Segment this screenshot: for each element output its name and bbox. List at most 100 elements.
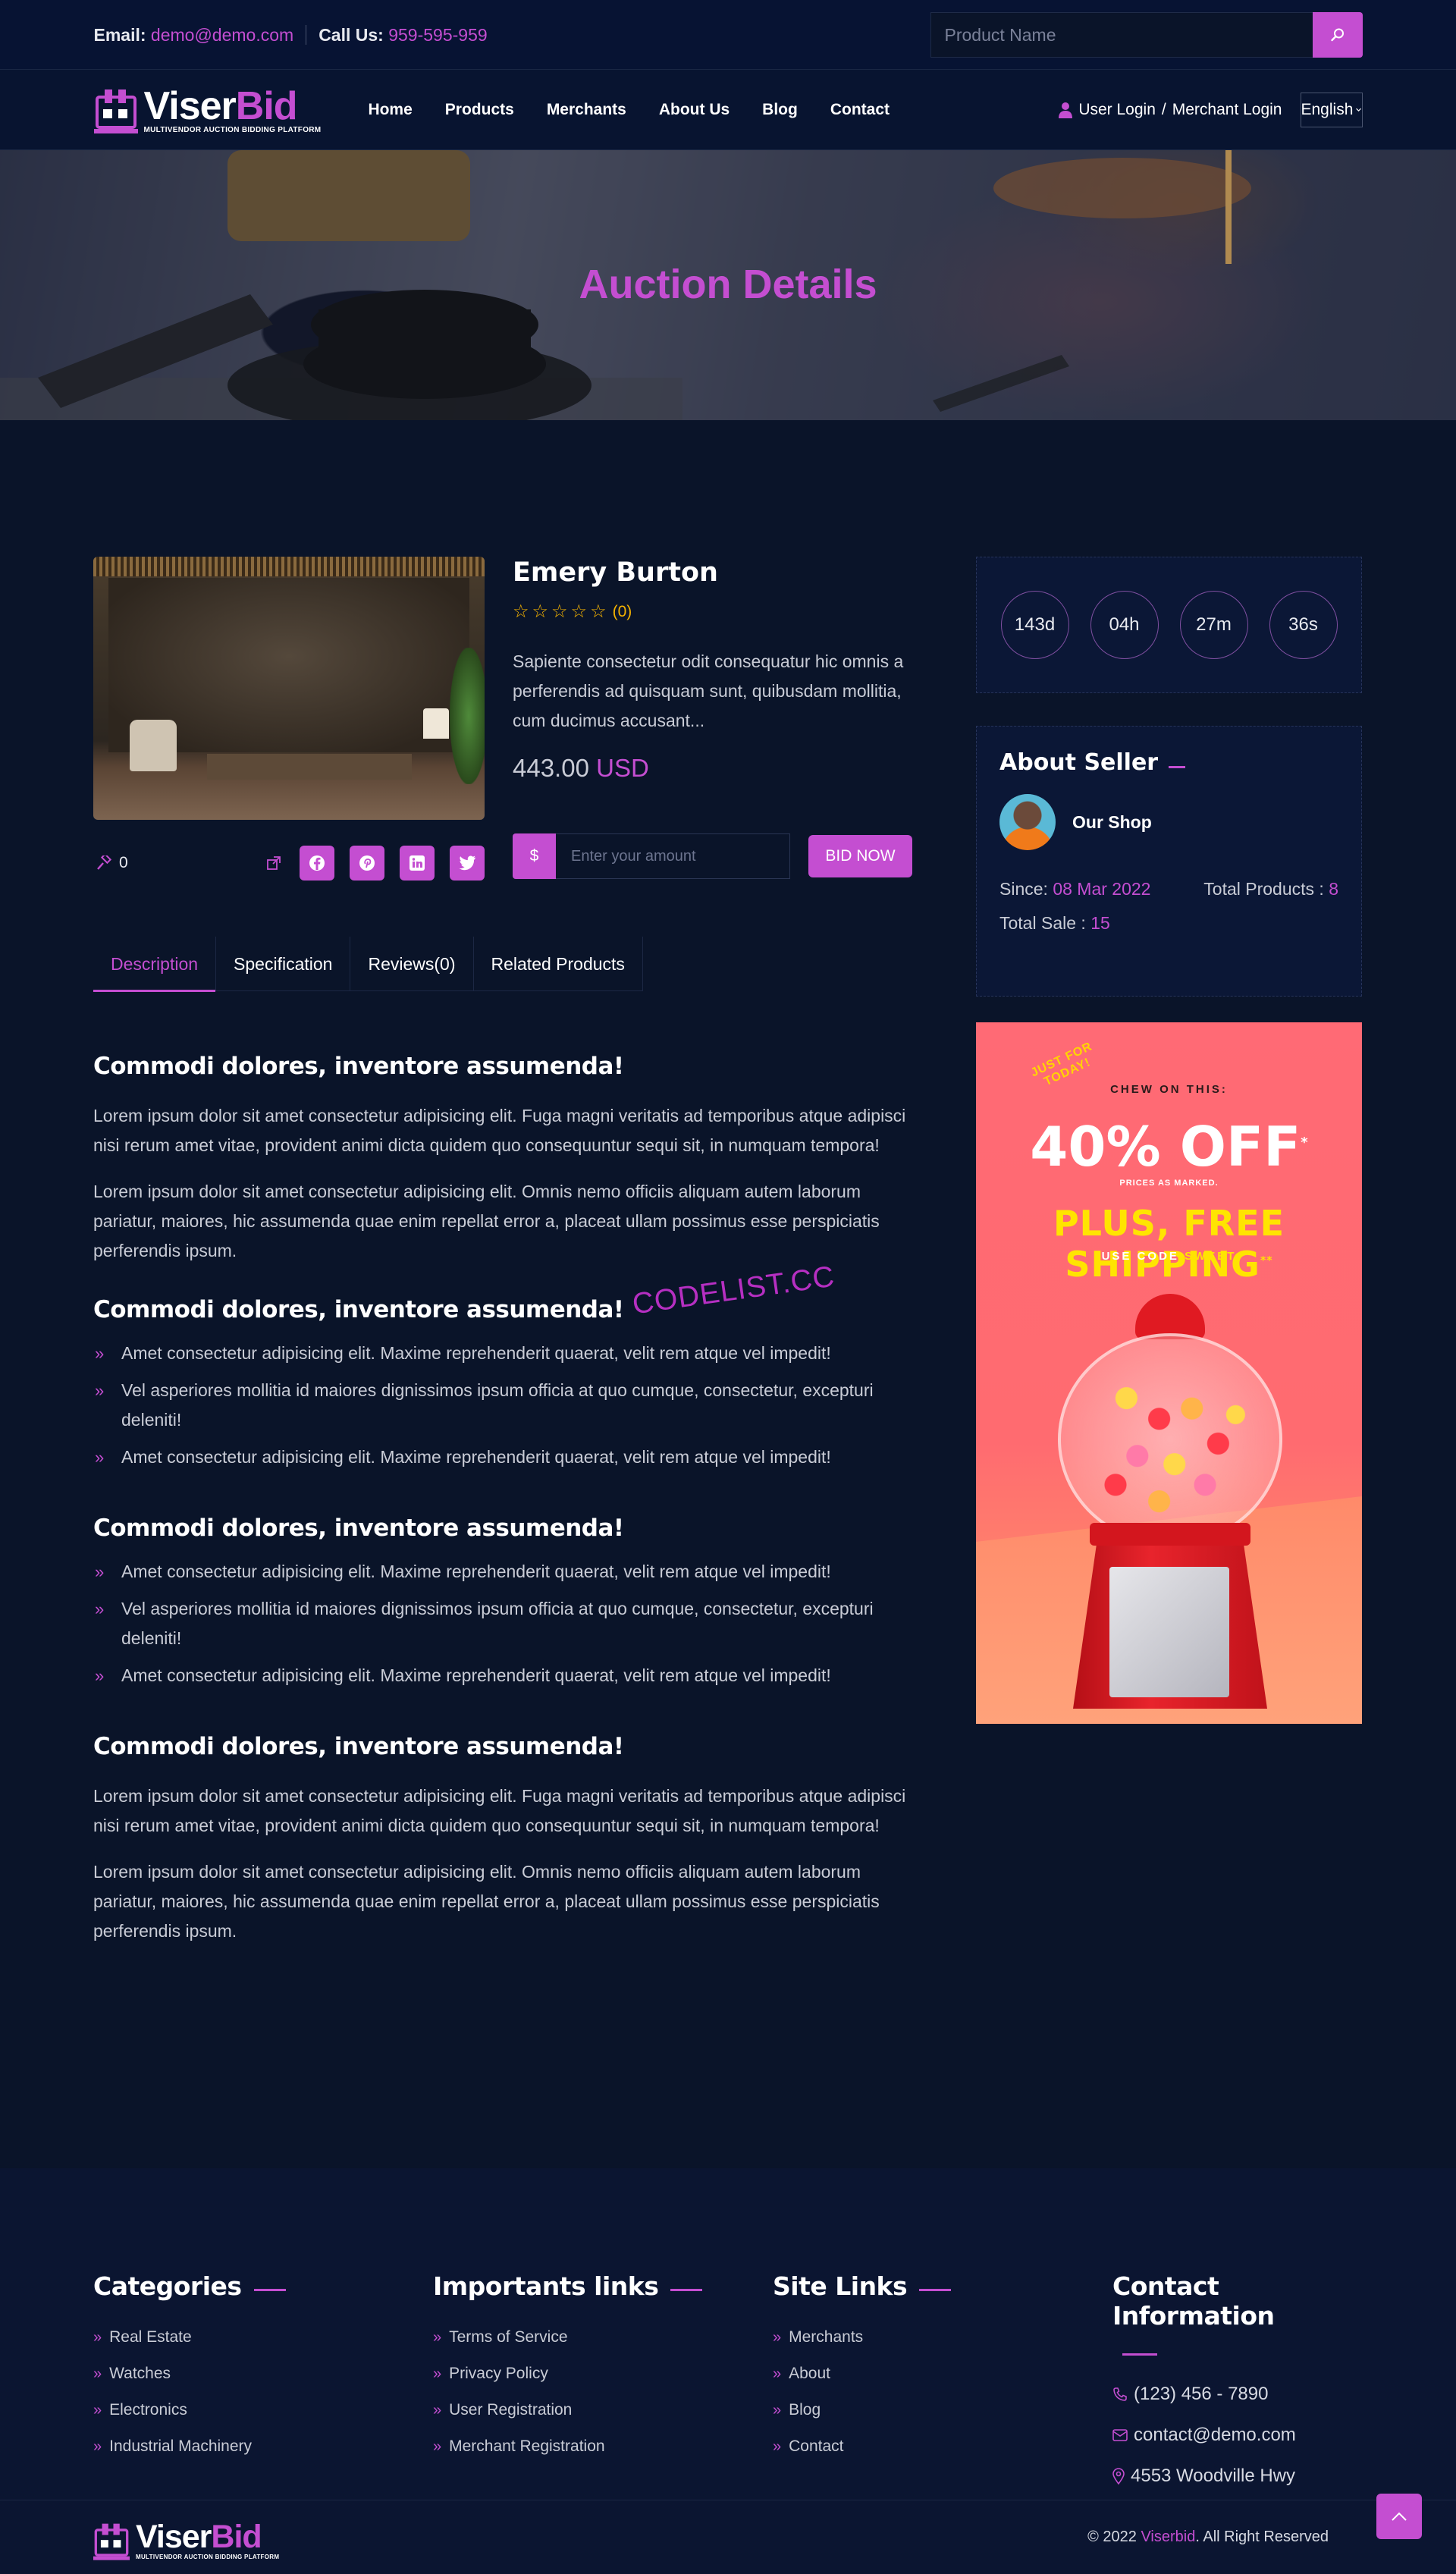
sale-label: Total Sale : xyxy=(999,913,1086,933)
merchant-login-link[interactable]: Merchant Login xyxy=(1172,101,1282,119)
promo-chew-text: CHEW ON THIS: xyxy=(1110,1083,1228,1096)
bid-amount-input[interactable] xyxy=(556,833,790,879)
footer-email[interactable]: contact@demo.com xyxy=(1112,2415,1362,2456)
product-tabs: Description Specification Reviews(0) Rel… xyxy=(93,937,643,992)
main-nav: Home Products Merchants About Us Blog Co… xyxy=(368,101,890,119)
search-icon xyxy=(1330,28,1344,42)
logo-main: Viser xyxy=(143,83,237,128)
products-value: 8 xyxy=(1329,879,1338,899)
footer-link-text: Blog xyxy=(789,2401,821,2419)
footer-link[interactable]: » About xyxy=(773,2356,951,2392)
footer-link[interactable]: » Real Estate xyxy=(93,2319,286,2356)
star-icon: ☆ xyxy=(570,601,588,622)
twitter-share-button[interactable] xyxy=(450,846,485,880)
footer-link[interactable]: » Industrial Machinery xyxy=(93,2428,286,2465)
footer-phone[interactable]: (123) 456 - 7890 xyxy=(1112,2374,1362,2415)
linkedin-share-button[interactable] xyxy=(400,846,435,880)
language-select[interactable]: English xyxy=(1300,93,1363,127)
product-image[interactable] xyxy=(93,557,485,820)
tab-reviews[interactable]: Reviews(0) xyxy=(350,937,474,991)
pinterest-share-button[interactable] xyxy=(350,846,384,880)
promo-code: USE CODE SWEET xyxy=(976,1250,1362,1263)
seller-total-sale: Total Sale : 15 xyxy=(999,913,1110,934)
list-item: » Amet consectetur adipisicing elit. Maxi… xyxy=(93,1557,920,1587)
copyright-prefix: © 2022 xyxy=(1087,2528,1137,2545)
scroll-to-top-button[interactable] xyxy=(1376,2494,1422,2539)
footer-link[interactable]: » Electronics xyxy=(93,2392,286,2428)
footer-link[interactable]: » Blog xyxy=(773,2392,951,2428)
star-icon: ☆ xyxy=(551,601,568,622)
footer-link-text: Merchants xyxy=(789,2328,864,2346)
footer-link[interactable]: » Contact xyxy=(773,2428,951,2465)
facebook-share-button[interactable] xyxy=(300,846,334,880)
seller-shop[interactable]: Our Shop xyxy=(999,794,1338,850)
footer-site-links: Site Links » Merchants » About » Blog » Cont… xyxy=(773,2271,952,2465)
search-input[interactable] xyxy=(930,12,1313,58)
currency-symbol: $ xyxy=(513,833,556,879)
footer-link[interactable]: » Watches xyxy=(93,2356,286,2392)
nav-about-us[interactable]: About Us xyxy=(659,101,730,119)
footer-link[interactable]: » Merchants xyxy=(773,2319,951,2356)
nav-contact[interactable]: Contact xyxy=(830,101,890,119)
description-paragraph: Lorem ipsum dolor sit amet consectetur a… xyxy=(93,1862,880,1941)
email-label: Email: xyxy=(93,24,146,45)
promo-code-prefix: USE CODE xyxy=(1101,1250,1179,1263)
list-item: » Amet consectetur adipisicing elit. Maxi… xyxy=(93,1661,920,1690)
nav-home[interactable]: Home xyxy=(368,101,412,119)
countdown-hours: 04h xyxy=(1090,591,1159,659)
tab-related-products[interactable]: Related Products xyxy=(474,937,643,991)
site-logo[interactable]: ViserBid MULTIVENDOR AUCTION BIDDING PLA… xyxy=(93,83,322,134)
description-panel: Commodi dolores, inventore assumenda! Lo… xyxy=(93,1025,920,1946)
social-share xyxy=(300,846,485,880)
bid-now-button[interactable]: BID NOW xyxy=(808,835,912,877)
description-paragraph: Lorem ipsum dolor sit amet consectetur a… xyxy=(93,1786,906,1835)
product-title: Emery Burton xyxy=(513,557,718,588)
share-icon[interactable] xyxy=(266,855,281,871)
gumball-machine-globe xyxy=(1058,1333,1282,1546)
footer-link[interactable]: » User Registration xyxy=(433,2392,702,2428)
header-auth: User Login / Merchant Login English xyxy=(1059,93,1363,127)
footer-contact: Contact Information (123) 456 - 7890 con… xyxy=(1112,2271,1362,2497)
footer-link-text: Terms of Service xyxy=(449,2328,568,2346)
phone-link[interactable]: 959-595-959 xyxy=(388,25,487,46)
image-plant xyxy=(450,648,485,784)
tab-specification[interactable]: Specification xyxy=(216,937,351,991)
promo-banner[interactable]: JUST FOR TODAY! CHEW ON THIS: 40% OFF* P… xyxy=(976,1022,1362,1724)
footer-link-text: User Registration xyxy=(449,2401,573,2419)
nav-products[interactable]: Products xyxy=(445,101,514,119)
nav-blog[interactable]: Blog xyxy=(762,101,798,119)
tab-description[interactable]: Description xyxy=(93,937,217,992)
footer-logo[interactable]: ViserBid MULTIVENDOR AUCTION BIDDING PLA… xyxy=(93,2521,279,2560)
search-button[interactable] xyxy=(1312,12,1363,58)
email-link[interactable]: demo@demo.com xyxy=(151,25,293,46)
product-short-description: Sapiente consectetur odit consequatur hi… xyxy=(513,651,904,730)
user-login-link[interactable]: User Login xyxy=(1078,101,1156,119)
chevron-up-icon xyxy=(1392,2512,1407,2521)
footer-link-text: Privacy Policy xyxy=(449,2365,548,2382)
footer-link[interactable]: » Merchant Registration xyxy=(433,2428,702,2465)
copyright-brand-link[interactable]: Viserbid xyxy=(1141,2528,1195,2545)
phone-label: Call Us: xyxy=(318,24,384,45)
search-form xyxy=(930,12,1363,58)
double-chevron-icon: » xyxy=(93,2365,102,2382)
footer-link-text: About xyxy=(789,2365,831,2382)
gavel-icon xyxy=(97,855,111,870)
description-list: » Amet consectetur adipisicing elit. Maxi… xyxy=(93,1339,920,1472)
footer-link[interactable]: » Privacy Policy xyxy=(433,2356,702,2392)
list-item-text: Vel asperiores mollitia id maiores digni… xyxy=(121,1380,874,1430)
nav-merchants[interactable]: Merchants xyxy=(547,101,626,119)
logo-accent: Bid xyxy=(211,2519,262,2555)
footer-link[interactable]: » Terms of Service xyxy=(433,2319,702,2356)
rating-count: (0) xyxy=(612,603,632,620)
since-value: 08 Mar 2022 xyxy=(1053,879,1151,899)
gumball-machine-plate xyxy=(1109,1567,1229,1697)
chevron-down-icon xyxy=(1356,108,1362,112)
footer-heading: Site Links xyxy=(773,2271,952,2301)
bid-count-value: 0 xyxy=(119,854,128,871)
footer-important-links: Importants links » Terms of Service » Priv… xyxy=(433,2271,703,2465)
countdown-seconds: 36s xyxy=(1269,591,1338,659)
list-item: » Vel asperiores mollitia id maiores dign… xyxy=(93,1594,920,1653)
footer-heading-text: Categories xyxy=(93,2271,242,2301)
user-icon xyxy=(1059,102,1073,118)
footer-heading: Categories xyxy=(93,2271,286,2301)
